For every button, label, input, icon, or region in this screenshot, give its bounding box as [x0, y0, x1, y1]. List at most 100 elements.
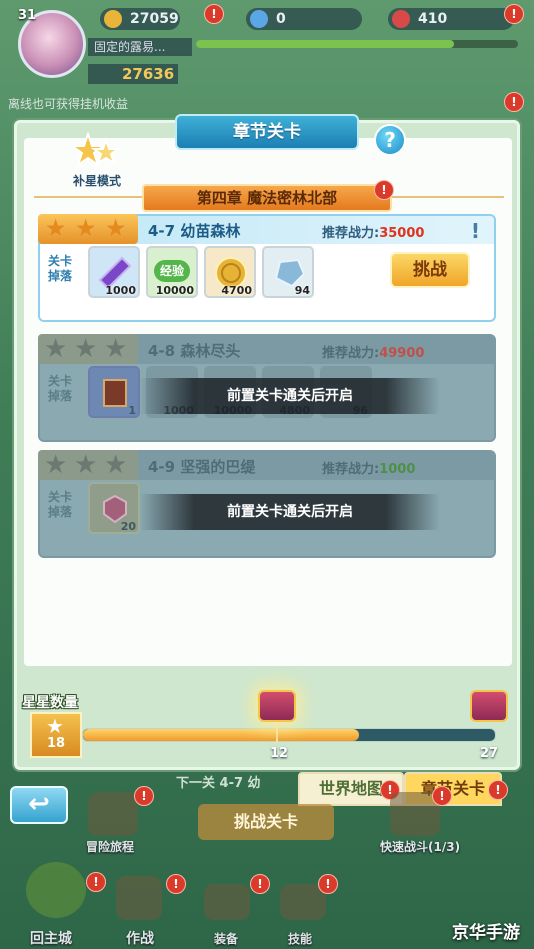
recommended-power-label: 推荐战力:	[322, 226, 380, 241]
equipment-icon[interactable]	[204, 884, 250, 920]
quick-battle-alert-icon: !	[432, 786, 452, 806]
equipment-alert-icon: !	[250, 874, 270, 894]
recommended-power: 推荐战力:1000	[322, 458, 415, 477]
drop-item[interactable]: 4700	[204, 246, 256, 298]
drop-item: 20	[88, 482, 140, 534]
top-hud: 31 27059 ! 0 410 ! 固定的露易... 27636 离线也可获得…	[0, 0, 534, 120]
star-icon: ★	[74, 214, 98, 244]
recommended-power-value: 49900	[379, 346, 425, 361]
stage-card-4-7[interactable]: ★ ★ ★ 4-7 幼苗森林 推荐战力:35000 ! 关卡掉落 1000 经验…	[38, 214, 496, 322]
skills-alert-icon: !	[318, 874, 338, 894]
gold-coin-icon	[104, 10, 122, 28]
empty-star-icon: ★	[44, 334, 68, 364]
watermark: 京华手游	[452, 923, 520, 943]
hud-alert-icon: !	[504, 92, 524, 112]
back-arrow-icon: ↩	[28, 789, 50, 819]
ruby-counter[interactable]: 410	[388, 8, 514, 30]
ruby-value: 410	[418, 11, 448, 27]
gold-value: 27059	[130, 11, 179, 27]
drop-item: 1	[88, 366, 140, 418]
quick-battle-label[interactable]: 快速战斗(1/3)	[380, 838, 460, 855]
empty-star-icon: ★	[104, 450, 128, 480]
stage-card-4-9: ★ ★ ★ 4-9 坚强的巴缇 推荐战力:1000 关卡掉落 20 前置关卡通关…	[38, 450, 496, 558]
help-button[interactable]: ?	[374, 124, 406, 156]
drop-item[interactable]: 94	[262, 246, 314, 298]
empty-star-icon: ★	[74, 334, 98, 364]
player-name: 固定的露易...	[88, 38, 192, 56]
recommended-power: 推荐战力:49900	[322, 342, 424, 361]
chapter-tab-alert-icon: !	[488, 780, 508, 800]
experience-orb-icon: 经验	[154, 260, 190, 282]
gem-counter[interactable]: 0	[246, 8, 362, 30]
formation-label[interactable]: 作战	[126, 928, 154, 948]
info-icon[interactable]: !	[471, 219, 480, 243]
player-level: 31	[18, 8, 37, 23]
drop-label: 关卡掉落	[47, 254, 72, 283]
star-count-badge: ★ 18	[30, 712, 82, 758]
skills-label[interactable]: 技能	[288, 930, 312, 947]
recommended-power-value: 1000	[379, 462, 416, 477]
home-label[interactable]: 回主城	[30, 928, 72, 948]
star-progress-fill	[83, 729, 360, 741]
formation-alert-icon: !	[166, 874, 186, 894]
item-count: 20	[120, 520, 136, 533]
recommended-power: 推荐战力:35000	[322, 222, 424, 241]
adventure-icon[interactable]	[88, 792, 138, 836]
drop-item[interactable]: 经验 10000	[146, 246, 198, 298]
item-count: 1	[128, 404, 136, 417]
recommended-power-label: 推荐战力:	[322, 346, 380, 361]
drop-label: 关卡掉落	[47, 374, 72, 403]
treasure-chest-icon[interactable]	[258, 690, 296, 722]
stage-name: 4-8 森林尽头	[148, 342, 241, 360]
drop-item[interactable]: 1000	[88, 246, 140, 298]
stage-card-4-8: ★ ★ ★ 4-8 森林尽头 推荐战力:49900 关卡掉落 1 1000 10…	[38, 334, 496, 442]
next-level-text: 下一关 4-7 幼	[176, 776, 261, 791]
combat-power-value: 27636	[122, 65, 175, 83]
stage-stars: ★ ★ ★	[38, 450, 138, 480]
lock-message: 前置关卡通关后开启	[140, 378, 440, 414]
item-count: 10000	[155, 284, 194, 297]
stage-stars: ★ ★ ★	[38, 334, 138, 364]
equipment-label[interactable]: 装备	[214, 930, 238, 947]
milestone-tick	[276, 724, 278, 744]
combat-power: 27636	[88, 64, 178, 84]
gem-value: 0	[276, 11, 286, 27]
chapter-title: 第四章 魔法密林北部	[142, 184, 392, 212]
recommended-power-value: 35000	[379, 226, 425, 241]
stage-name: 4-9 坚强的巴缇	[148, 458, 256, 476]
home-icon[interactable]	[26, 862, 86, 918]
gold-counter[interactable]: 27059	[100, 8, 180, 30]
ruby-icon	[392, 10, 410, 28]
formation-icon[interactable]	[116, 876, 162, 920]
chapter-alert-icon: !	[374, 180, 394, 200]
blue-gem-icon	[250, 10, 268, 28]
star-count-value: 18	[46, 736, 66, 751]
adventure-label[interactable]: 冒险旅程	[86, 838, 134, 855]
drop-label: 关卡掉落	[47, 490, 72, 519]
star-icon: ★	[46, 714, 64, 738]
ruby-alert-icon: !	[504, 4, 524, 24]
back-button[interactable]: ↩	[10, 786, 68, 824]
stage-stars: ★ ★ ★	[38, 214, 138, 244]
treasure-chest-icon[interactable]	[470, 690, 508, 722]
stage-name: 4-7 幼苗森林	[148, 222, 241, 240]
star-icon: ★	[44, 214, 68, 244]
star-progress-bar	[82, 728, 496, 742]
star-icon: ★	[104, 214, 128, 244]
adventure-alert-icon: !	[134, 786, 154, 806]
milestone-value: 12	[270, 746, 289, 761]
star-mode-icon[interactable]	[68, 130, 122, 176]
book-icon	[103, 379, 127, 407]
star-mode-label[interactable]: 补星模式	[64, 172, 130, 189]
challenge-button[interactable]: 挑战	[390, 252, 470, 288]
recommended-power-label: 推荐战力:	[322, 462, 380, 477]
lock-message: 前置关卡通关后开启	[140, 494, 440, 530]
item-count: 4700	[221, 284, 252, 297]
panel-title: 章节关卡	[175, 114, 359, 150]
challenge-level-button[interactable]: 挑战关卡	[198, 804, 334, 840]
item-count: 94	[294, 284, 310, 297]
item-count: 1000	[105, 284, 136, 297]
empty-star-icon: ★	[104, 334, 128, 364]
home-alert-icon: !	[86, 872, 106, 892]
milestone-value: 27	[480, 746, 499, 761]
